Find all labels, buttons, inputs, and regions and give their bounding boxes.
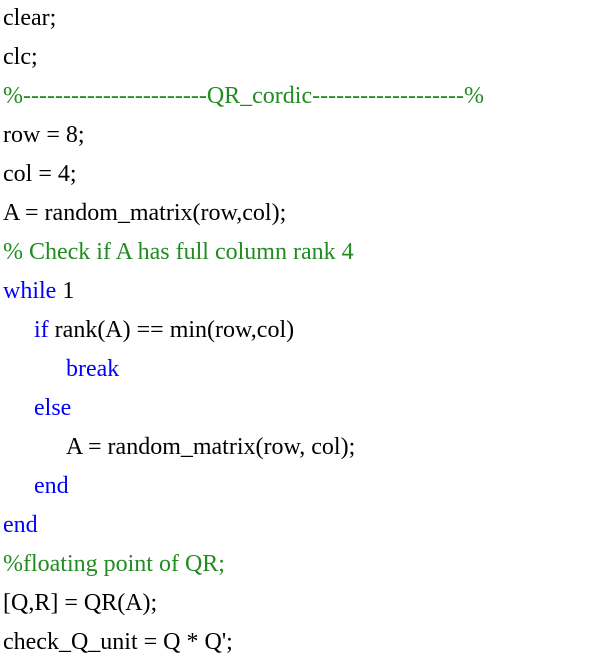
- code-line: %floating point of QR;: [3, 545, 589, 584]
- code-token: A = random_matrix(row,col);: [3, 200, 287, 226]
- code-token: [Q,R] = QR(A);: [3, 590, 158, 616]
- code-token: clear;: [3, 5, 57, 31]
- code-line: row = 8;: [3, 116, 589, 155]
- code-line: %-----------------------QR_cordic-------…: [3, 77, 589, 116]
- code-line: [Q,R] = QR(A);: [3, 584, 589, 623]
- code-line: while 1: [3, 272, 589, 311]
- code-token: col = 4;: [3, 161, 77, 187]
- keyword-token: while: [3, 278, 57, 304]
- code-token: clc;: [3, 44, 38, 70]
- code-line: A = random_matrix(row, col);: [3, 428, 589, 467]
- code-line: % Check if A has full column rank 4: [3, 233, 589, 272]
- code-token: A = random_matrix(row, col);: [66, 434, 356, 460]
- comment-token: %floating point of QR;: [3, 551, 225, 577]
- code-line: col = 4;: [3, 155, 589, 194]
- keyword-token: end: [3, 512, 38, 538]
- keyword-token: if: [34, 317, 49, 343]
- code-line: clear;: [3, 0, 589, 38]
- code-line: else: [3, 389, 589, 428]
- code-line: if rank(A) == min(row,col): [3, 311, 589, 350]
- code-line: end: [3, 467, 589, 506]
- code-token: rank(A) == min(row,col): [48, 317, 295, 343]
- code-line: check_Q_unit = Q * Q';: [3, 623, 589, 662]
- code-listing: clear; clc; %-----------------------QR_cor…: [3, 0, 589, 663]
- comment-token: %-----------------------QR_cordic-------…: [3, 83, 484, 109]
- comment-token: % Check if A has full column rank 4: [3, 239, 354, 265]
- code-line: end: [3, 506, 589, 545]
- keyword-token: end: [34, 473, 69, 499]
- code-line: A = random_matrix(row,col);: [3, 194, 589, 233]
- code-token: 1: [56, 278, 75, 304]
- keyword-token: break: [66, 356, 120, 382]
- code-line: clc;: [3, 38, 589, 77]
- code-line: break: [3, 350, 589, 389]
- keyword-token: else: [34, 395, 72, 421]
- code-token: check_Q_unit = Q * Q';: [3, 629, 233, 655]
- code-token: row = 8;: [3, 122, 85, 148]
